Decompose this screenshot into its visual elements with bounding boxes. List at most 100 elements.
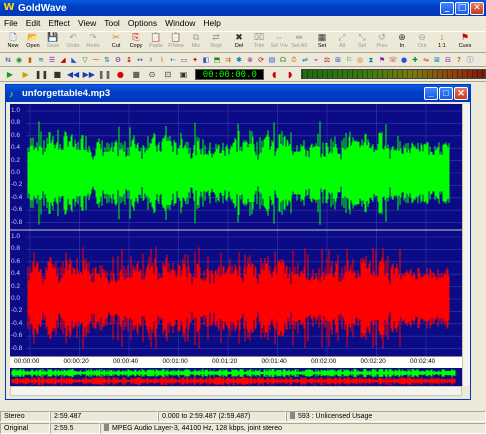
effect-interpolate-icon[interactable]: ⌁ [311, 55, 321, 65]
set-all-button[interactable]: ⇹ Set All [290, 32, 308, 53]
effect-fade-out-icon[interactable]: ◣ [69, 55, 79, 65]
menu-edit[interactable]: Edit [22, 18, 45, 28]
redo-button[interactable]: ↷ Redo [84, 32, 102, 53]
monitor-icon[interactable]: ▣ [177, 69, 191, 80]
record-settings-icon[interactable]: ⊡ [161, 69, 175, 80]
cut-button[interactable]: ✂ Cut [107, 32, 125, 53]
copy-button[interactable]: ⎘ Copy [127, 32, 145, 53]
effect-stereo-icon[interactable]: ⇌ [300, 55, 310, 65]
effect-volume-icon[interactable]: ◧ [201, 55, 211, 65]
effect-reverb-icon[interactable]: ⌇ [157, 55, 167, 65]
menu-window[interactable]: Window [161, 18, 199, 28]
horizontal-scrollbar[interactable] [10, 386, 462, 396]
play-selection-icon[interactable]: ▶ [19, 69, 33, 80]
waveform-display[interactable]: 1.0 0.8 0.6 0.4 0.2 0.0 -0.2 -0.4 -0.6 -0.8 1.0 0.… [10, 104, 462, 356]
mix-button[interactable]: ⧉ Mix [187, 32, 205, 53]
repl-button[interactable]: ⇄ Repl [207, 32, 225, 53]
effect-info-icon[interactable]: ⓘ [465, 55, 475, 65]
effect-playback-rate-icon[interactable]: ⏱ [289, 55, 299, 65]
prev-button[interactable]: ↺ Prev [373, 32, 391, 53]
effect-match-icon[interactable]: ⇉ [223, 55, 233, 65]
stop2-icon[interactable]: ■ [129, 69, 143, 80]
vertical-scrollbar[interactable] [462, 104, 470, 386]
del-button[interactable]: ✖ Del [230, 32, 248, 53]
effect-more-icon[interactable]: ⊟ [443, 55, 453, 65]
open-button[interactable]: 📂 Open [24, 32, 42, 53]
effect-invert-icon[interactable]: ⇅ [102, 55, 112, 65]
doc-close-button[interactable]: ✕ [454, 87, 468, 100]
effect-pan-icon[interactable]: ↔ [135, 55, 145, 65]
rewind-icon[interactable]: ◀◀ [66, 69, 80, 80]
mix-icon: ⧉ [192, 32, 200, 42]
effect-doppler-icon[interactable]: ◉ [14, 55, 24, 65]
timeline-ruler[interactable]: 00:00:00 00:00:20 00:00:40 00:01:00 00:01:20… [10, 356, 462, 368]
close-button[interactable]: ✕ [470, 2, 484, 15]
effect-spectrum-icon[interactable]: ▤ [267, 55, 277, 65]
effect-convert-icon[interactable]: ⇋ [421, 55, 431, 65]
undo-button[interactable]: ↶ Undo [64, 32, 82, 53]
effect-compressor-icon[interactable]: ⊞ [333, 55, 343, 65]
effect-dynamics-icon[interactable]: ▮ [25, 55, 35, 65]
effect-record-icon[interactable]: ● [399, 55, 409, 65]
effect-offset-icon[interactable]: ↨ [124, 55, 134, 65]
play-icon[interactable]: ▶ [3, 69, 17, 80]
effect-extra-icon[interactable]: ⊠ [432, 55, 442, 65]
menu-view[interactable]: View [74, 18, 100, 28]
effect-time-warp-icon[interactable]: ⟳ [256, 55, 266, 65]
1-1-button[interactable]: ↕ 1:1 [433, 32, 451, 53]
trim-button[interactable]: ⌧ Trim [250, 32, 268, 53]
menu-options[interactable]: Options [124, 18, 161, 28]
effect-fade-in-icon[interactable]: ◢ [58, 55, 68, 65]
maximize-button[interactable]: □ [455, 2, 469, 15]
effect-filter-icon[interactable]: ▽ [80, 55, 90, 65]
toolbar-label: In [399, 43, 405, 49]
in-button[interactable]: ⊕ In [393, 32, 411, 53]
menu-help[interactable]: Help [199, 18, 224, 28]
paste-button[interactable]: 📋 Paste [147, 32, 165, 53]
doc-maximize-button[interactable]: □ [439, 87, 453, 100]
effect-equalizer-icon[interactable]: ☰ [47, 55, 57, 65]
sel-vw-button[interactable]: ⇔ Sel Vw [270, 32, 288, 53]
effect-voice-icon[interactable]: ☊ [278, 55, 288, 65]
effect-marker-icon[interactable]: ⚐ [344, 55, 354, 65]
effect-echo-icon[interactable]: ≋ [36, 55, 46, 65]
effect-normalize-icon[interactable]: ⬒ [212, 55, 222, 65]
doc-minimize-button[interactable]: _ [424, 87, 438, 100]
menu-file[interactable]: File [0, 18, 22, 28]
new-button[interactable]: 🗋 New [4, 32, 22, 53]
effect-pop-icon[interactable]: ⊗ [245, 55, 255, 65]
effect-batch-icon[interactable]: ⧗ [366, 55, 376, 65]
effect-flange-icon[interactable]: ⁓ [91, 55, 101, 65]
goldwave-logo-icon: W [3, 2, 15, 13]
record-icon[interactable]: ● [113, 69, 127, 80]
effect-help-icon[interactable]: ? [454, 55, 464, 65]
effect-pitch-icon[interactable]: ♯ [146, 55, 156, 65]
set-button[interactable]: ▦ Set [313, 32, 331, 53]
all-button[interactable]: ⤢ All [333, 32, 351, 53]
settings-icon[interactable]: ⊙ [145, 69, 159, 80]
pause2-icon[interactable]: ❚❚ [98, 69, 112, 80]
p-new-button[interactable]: 📋 P.New [167, 32, 185, 53]
sel-button[interactable]: ⤡ Sel [353, 32, 371, 53]
effect-cd-icon[interactable]: ◎ [355, 55, 365, 65]
save-button[interactable]: 💾 Save [44, 32, 62, 53]
menu-tool[interactable]: Tool [100, 18, 124, 28]
effect-resample-icon[interactable]: ✦ [190, 55, 200, 65]
effect-reverse-icon[interactable]: ⇠ [168, 55, 178, 65]
stop-icon[interactable]: ■ [50, 69, 64, 80]
effect-silence-icon[interactable]: ▭ [179, 55, 189, 65]
effect-noise-icon[interactable]: ✱ [234, 55, 244, 65]
effect-tools-icon[interactable]: ✚ [410, 55, 420, 65]
out-button[interactable]: ⊖ Out [413, 32, 431, 53]
effect-cue-icon[interactable]: ⚑ [377, 55, 387, 65]
fast-forward-icon[interactable]: ▶▶ [82, 69, 96, 80]
effect-auto-gain-icon[interactable]: ⚖ [322, 55, 332, 65]
menu-effect[interactable]: Effect [44, 18, 74, 28]
cues-button[interactable]: ⚑ Cues [456, 32, 474, 53]
minimize-button[interactable]: _ [440, 2, 454, 15]
effect-speech-icon[interactable]: ☏ [388, 55, 398, 65]
overview-display[interactable] [10, 368, 462, 386]
effect-mechanize-icon[interactable]: ⚙ [113, 55, 123, 65]
pause-icon[interactable]: ❚❚ [35, 69, 49, 80]
effect-channel-icon[interactable]: ⇆ [3, 55, 13, 65]
